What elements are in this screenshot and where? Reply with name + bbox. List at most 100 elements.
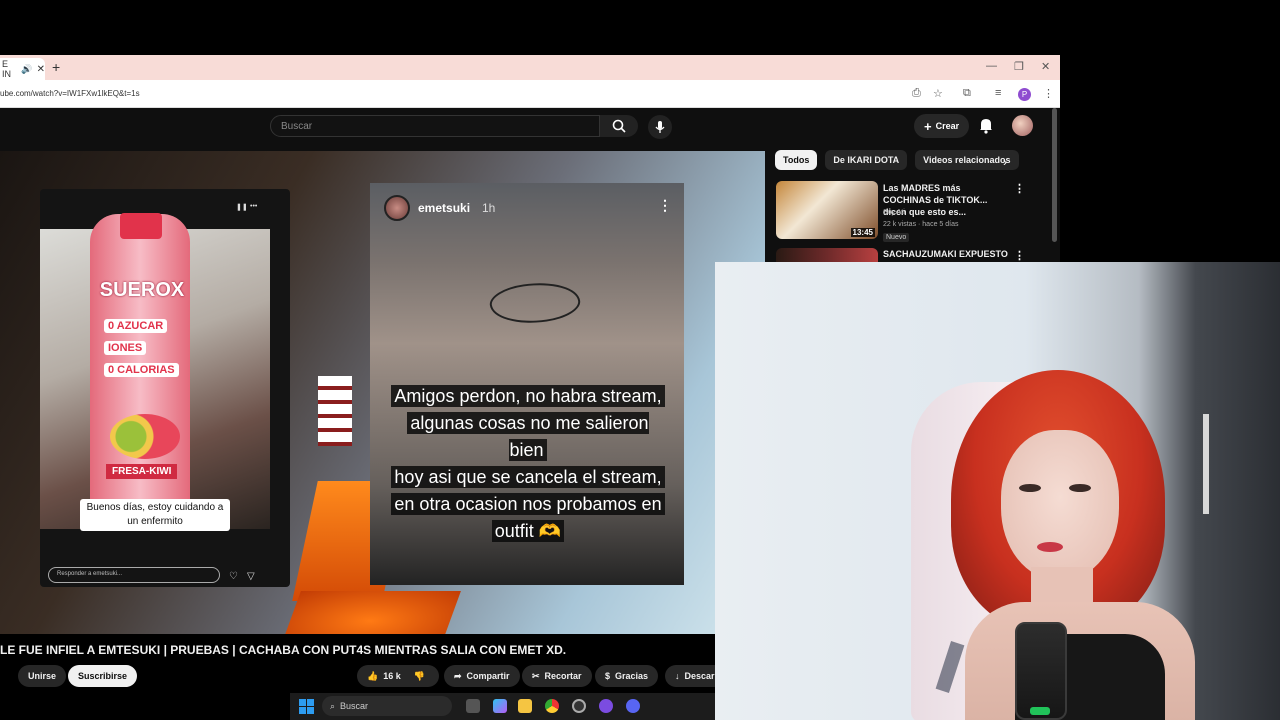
restore-icon[interactable]: ❐ [1014, 60, 1024, 73]
share-icon: ➦ [454, 670, 462, 681]
story-menu-icon: ⋮ [658, 197, 672, 213]
fruit-image [110, 414, 180, 459]
new-tab-button[interactable]: + [52, 59, 60, 75]
file-explorer-icon[interactable] [518, 699, 532, 713]
filter-chips: Todos De IKARI DOTA Videos relacionados [775, 150, 1019, 172]
thanks-button[interactable]: $ Gracias [595, 665, 659, 687]
webcam-overlay [715, 262, 1280, 720]
microphone [1015, 622, 1067, 720]
profile-avatar[interactable]: P [1018, 88, 1031, 101]
page-scrollbar[interactable] [1052, 108, 1057, 242]
eye [1019, 484, 1041, 492]
bottle-brand: SUEROX [99, 279, 185, 301]
share-button[interactable]: ➦ Compartir [444, 665, 520, 687]
video-title: LE FUE INFIEL A EMTESUKI | PRUEBAS | CAC… [0, 643, 567, 657]
search-button[interactable] [600, 115, 638, 137]
minecraft-block [318, 376, 352, 446]
create-label: Crear [935, 121, 960, 131]
download-button[interactable]: ↓ Descar [665, 665, 715, 687]
like-dislike-group: 👍 16 k 👎 [357, 665, 439, 687]
taskbar-search-label: Buscar [340, 701, 369, 711]
address-bar: ube.com/watch?v=IW1FXw1lkEQ&t=1s ⎙ ☆ ⧉ ≡… [0, 80, 1060, 108]
speaker-icon[interactable]: 🔊 [21, 64, 32, 75]
download-icon: ↓ [675, 671, 680, 681]
task-view-icon[interactable] [466, 699, 480, 713]
search-icon [612, 119, 626, 133]
clip-button[interactable]: ✂ Recortar [522, 665, 592, 687]
join-label: Unirse [28, 671, 57, 681]
minimize-icon[interactable]: — [986, 60, 997, 72]
cable-image [487, 276, 583, 330]
download-label: Descar [684, 671, 715, 681]
more-options-icon[interactable]: ⋮ [1014, 249, 1025, 262]
video-actions: Unirse Suscribirse 👍 16 k 👎 ➦ Compartir … [0, 665, 715, 687]
notifications-bell-icon[interactable] [978, 116, 994, 134]
streamer-face [1001, 430, 1119, 580]
search-input[interactable]: Buscar [270, 115, 600, 137]
window-close-icon[interactable]: ✕ [1041, 60, 1050, 73]
subscribe-button[interactable]: Suscribirse [68, 665, 138, 687]
story-message: Amigos perdon, no habra stream, algunas … [388, 383, 668, 545]
door-handle [1203, 414, 1209, 514]
discord-icon[interactable] [626, 699, 640, 713]
story-screenshot-right: emetsuki 1h ⋮ Amigos perdon, no habra st… [370, 183, 684, 585]
claim-0: 0 AZUCAR [104, 319, 168, 333]
story-line: Amigos perdon, no habra stream, [391, 385, 665, 407]
pause-icon: ❚❚ [236, 204, 248, 211]
story-time: 1h [482, 201, 496, 215]
like-icon[interactable]: 👍 [367, 671, 378, 682]
video-player[interactable]: ❚❚ ••• SUEROX 0 AZUCAR IONES 0 CALORIAS … [0, 151, 765, 634]
search-icon: ⌕ [330, 700, 336, 711]
related-channel[interactable]: Soy Ati [883, 209, 905, 216]
thanks-icon: $ [605, 671, 611, 681]
related-title[interactable]: SACHAUZUMAKI EXPUESTO [883, 249, 1008, 259]
related-views: 22 k vistas · hace 5 días [883, 221, 959, 228]
bookmark-star-icon[interactable]: ☆ [933, 87, 943, 100]
story-username: emetsuki [418, 201, 471, 215]
create-button[interactable]: + Crear [914, 114, 970, 138]
story-user-avatar [384, 195, 410, 221]
account-avatar[interactable] [1012, 115, 1033, 136]
related-thumbnail[interactable]: 13:45 [776, 181, 878, 239]
extensions-icon[interactable]: ⧉ [963, 87, 971, 100]
tab-title: E IN [2, 59, 11, 79]
browser-tab[interactable]: E IN 🔊 ✕ [0, 58, 45, 80]
windows-start-icon[interactable] [299, 699, 314, 714]
claim-1: IONES [104, 341, 147, 355]
clip-label: Recortar [544, 671, 582, 681]
url-text[interactable]: ube.com/watch?v=IW1FXw1lkEQ&t=1s [0, 89, 140, 98]
claim-2: 0 CALORIAS [104, 363, 179, 377]
chip-channel[interactable]: De IKARI DOTA [825, 150, 908, 170]
eye [1069, 484, 1091, 492]
related-thumbnail[interactable] [776, 248, 878, 262]
story-line: algunas cosas no me salieron bien [407, 412, 649, 461]
story-line: en otra ocasion nos probamos en [391, 493, 665, 515]
tab-close-icon[interactable]: ✕ [37, 64, 45, 75]
chip-all[interactable]: Todos [775, 150, 818, 170]
lips [1037, 542, 1063, 552]
story-reply-field: Responder a emetsuki... [48, 567, 220, 583]
mic-light [1030, 707, 1050, 715]
app-icon[interactable] [599, 699, 613, 713]
browser-tab-bar: E IN 🔊 ✕ + — ❐ ✕ [0, 55, 1060, 80]
story-line: hoy asi que se cancela el stream, [391, 466, 665, 488]
new-badge: Nuevo [883, 233, 910, 242]
share-label: Compartir [466, 671, 510, 681]
chrome-icon[interactable] [545, 699, 559, 713]
github-icon[interactable] [572, 699, 586, 713]
taskbar-search[interactable]: ⌕ Buscar [322, 696, 452, 716]
media-control-icon[interactable]: ≡ [995, 87, 1001, 99]
story-caption: Buenos días, estoy cuidando a un enfermi… [80, 499, 230, 531]
browser-menu-icon[interactable]: ⋮ [1043, 87, 1054, 100]
copilot-icon[interactable] [493, 699, 507, 713]
dislike-icon[interactable]: 👎 [414, 671, 425, 682]
like-count[interactable]: 16 k [383, 671, 401, 681]
story-menu-icon: ••• [250, 203, 258, 210]
more-options-icon[interactable]: ⋮ [1014, 182, 1025, 195]
join-button[interactable]: Unirse [18, 665, 67, 687]
mic-icon [655, 121, 665, 133]
voice-search-button[interactable] [648, 115, 672, 139]
chevron-right-icon[interactable]: › [1003, 155, 1007, 169]
install-app-icon[interactable]: ⎙ [912, 87, 921, 100]
thanks-label: Gracias [615, 671, 649, 681]
